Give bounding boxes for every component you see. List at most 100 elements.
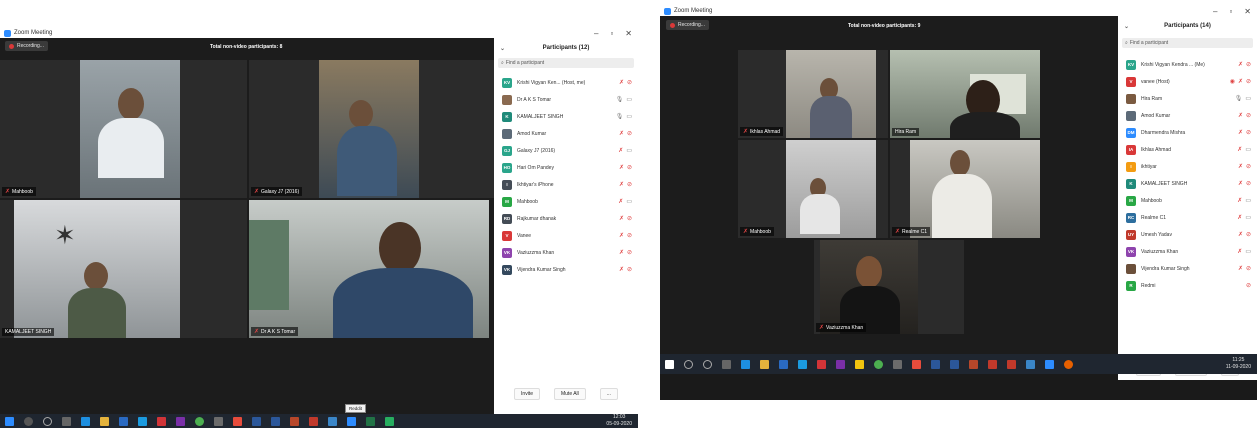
video-tile-active-speaker[interactable]: ✗ Dr A K S Tomar (249, 200, 489, 338)
video-tile-active-speaker[interactable]: Hira Ram (890, 50, 1040, 138)
participant-row[interactable]: Vijendra Kumar Singh ✗ ⊘ (1118, 260, 1257, 277)
powerpoint-icon[interactable] (290, 416, 299, 426)
app-icon[interactable] (855, 359, 864, 369)
powerpoint-icon[interactable] (969, 359, 978, 369)
office-icon[interactable] (912, 359, 921, 369)
search-input[interactable]: ⌕ Find a participant (1122, 38, 1253, 48)
word-icon[interactable] (252, 416, 261, 426)
participant-row[interactable]: M Mahboob ✗ ▭ (494, 193, 638, 210)
cortana-icon[interactable] (703, 359, 712, 369)
participant-status: ⊘ (1246, 282, 1251, 289)
video-tile[interactable]: ✗ Galaxy J7 (2016) (249, 60, 494, 198)
video-tile[interactable]: ✗ Realme C1 (890, 140, 1040, 238)
participant-row[interactable]: R Redmi ⊘ (1118, 277, 1257, 294)
participant-row[interactable]: VK Vijendra Kumar Singh ✗ ⊘ (494, 261, 638, 278)
app-icon[interactable] (1007, 359, 1016, 369)
participant-row[interactable]: I Ikhtiyar's iPhone ✗ ⊘ (494, 176, 638, 193)
cortana-icon[interactable] (43, 416, 52, 426)
pdf-icon[interactable] (309, 416, 318, 426)
participant-row[interactable]: Amod Kumar ✗ ⊘ (1118, 107, 1257, 124)
file-explorer-icon[interactable] (100, 416, 109, 426)
file-explorer-icon[interactable] (760, 359, 769, 369)
app-icon[interactable] (385, 416, 394, 426)
mail-icon[interactable] (798, 359, 807, 369)
search-icon[interactable] (24, 416, 33, 426)
chevron-down-icon[interactable]: ⌄ (1124, 23, 1129, 30)
app-icon[interactable] (328, 416, 337, 426)
participant-row[interactable]: K KAMALJEET SINGH 🎙︎ ▭ (494, 108, 638, 125)
windows-start-icon[interactable] (5, 416, 14, 426)
mail-icon[interactable] (138, 416, 147, 426)
app-icon[interactable] (1026, 359, 1035, 369)
task-view-icon[interactable] (62, 416, 71, 426)
close-icon[interactable]: ✕ (1244, 7, 1251, 16)
participant-row[interactable]: HO Hari Om Pandey ✗ ⊘ (494, 159, 638, 176)
maximize-icon[interactable]: ▫ (610, 29, 613, 38)
word-icon[interactable] (931, 359, 940, 369)
store-icon[interactable] (779, 359, 788, 369)
recording-indicator[interactable]: Recording... (666, 20, 709, 30)
word-icon[interactable] (271, 416, 280, 426)
video-tile[interactable]: ✗ Vaziuzzma Khan (814, 240, 964, 334)
participant-row[interactable]: UY Umesh Yadav ✗ ⊘ (1118, 226, 1257, 243)
app-icon[interactable] (214, 416, 223, 426)
search-icon[interactable] (684, 359, 693, 369)
excel-icon[interactable] (366, 416, 375, 426)
non-video-count[interactable]: Total non-video participants: 9 (848, 23, 920, 29)
search-input[interactable]: ⌕ Find a participant (498, 58, 634, 68)
app-icon[interactable] (176, 416, 185, 426)
close-icon[interactable]: ✕ (625, 29, 632, 38)
firefox-icon[interactable] (1064, 359, 1073, 369)
system-clock[interactable]: 11:25 11-09-2020 (1226, 357, 1251, 371)
office-icon[interactable] (233, 416, 242, 426)
chevron-down-icon[interactable]: ⌄ (500, 45, 505, 52)
system-clock[interactable]: 12:03 05-09-2020 (606, 414, 632, 428)
invite-button[interactable]: Invite (514, 388, 540, 400)
chrome-icon[interactable] (195, 416, 204, 426)
app-icon[interactable] (893, 359, 902, 369)
participant-row[interactable]: K KAMALJEET SINGH ✗ ⊘ (1118, 175, 1257, 192)
participant-row[interactable]: Dr A K S Tomar 🎙︎ ▭ (494, 91, 638, 108)
participant-row[interactable]: IA Ikhlas Ahmad ✗ ▭ (1118, 141, 1257, 158)
minimize-icon[interactable]: – (594, 29, 598, 38)
participant-row[interactable]: RD Rajkumar dhanak ✗ ⊘ (494, 210, 638, 227)
word-icon[interactable] (950, 359, 959, 369)
participant-row[interactable]: V Vanee ✗ ⊘ (494, 227, 638, 244)
participant-row[interactable]: DM Dharmendra Mishra ✗ ⊘ (1118, 124, 1257, 141)
app-icon[interactable] (157, 416, 166, 426)
video-tile[interactable]: ✶ KAMALJEET SINGH (0, 200, 247, 338)
store-icon[interactable] (119, 416, 128, 426)
minimize-icon[interactable]: – (1213, 7, 1217, 16)
participant-row[interactable]: Hira Ram 🎙︎ ▭ (1118, 90, 1257, 107)
pdf-icon[interactable] (988, 359, 997, 369)
participant-row[interactable]: RC Realme C1 ✗ ▭ (1118, 209, 1257, 226)
mute-all-button[interactable]: Mute All (553, 388, 586, 400)
zoom-taskbar-icon[interactable] (347, 416, 356, 426)
more-button[interactable]: ... (599, 388, 618, 400)
video-tile[interactable]: ✗ Mahboob (738, 140, 888, 238)
edge-icon[interactable] (741, 359, 750, 369)
participant-row[interactable]: VK Vaziuzzma Khan ✗ ⊘ (494, 244, 638, 261)
tile-name-tag: ✗ Dr A K S Tomar (251, 327, 299, 336)
participant-row[interactable]: KV Krishi Vigyan Kendra ... (Me) ✗ ⊘ (1118, 56, 1257, 73)
participant-row[interactable]: Vvanee (Host) ◉ ✗ ⊘ (1118, 73, 1257, 90)
app-icon[interactable] (817, 359, 826, 369)
zoom-taskbar-icon[interactable] (1045, 359, 1054, 369)
participant-row[interactable]: Amod Kumar ✗ ⊘ (494, 125, 638, 142)
participant-row[interactable]: GJ Galaxy J7 (2016) ✗ ▭ (494, 142, 638, 159)
edge-icon[interactable] (81, 416, 90, 426)
video-tile[interactable]: ✗ Mahboob (0, 60, 247, 198)
participant-row[interactable]: VK Vaziuzzma Khan ✗ ▭ (1118, 243, 1257, 260)
task-view-icon[interactable] (722, 359, 731, 369)
participant-row[interactable]: M Mahboob ✗ ▭ (1118, 192, 1257, 209)
app-icon[interactable] (836, 359, 845, 369)
chrome-icon[interactable] (874, 359, 883, 369)
participant-row[interactable]: Iikhtiyar ✗ ⊘ (1118, 158, 1257, 175)
video-tile[interactable]: ✗ Ikhlas Ahmad (738, 50, 888, 138)
zoom-window-left: Zoom Meeting – ▫ ✕ Recording... Total no… (0, 28, 638, 428)
non-video-count[interactable]: Total non-video participants: 8 (210, 44, 282, 50)
recording-indicator[interactable]: Recording... (5, 41, 48, 51)
participant-row[interactable]: KV Krishi Vigyan Ken... (Host, me) ✗ ⊘ (494, 74, 638, 91)
windows-start-icon[interactable] (665, 359, 674, 369)
maximize-icon[interactable]: ▫ (1229, 7, 1232, 16)
